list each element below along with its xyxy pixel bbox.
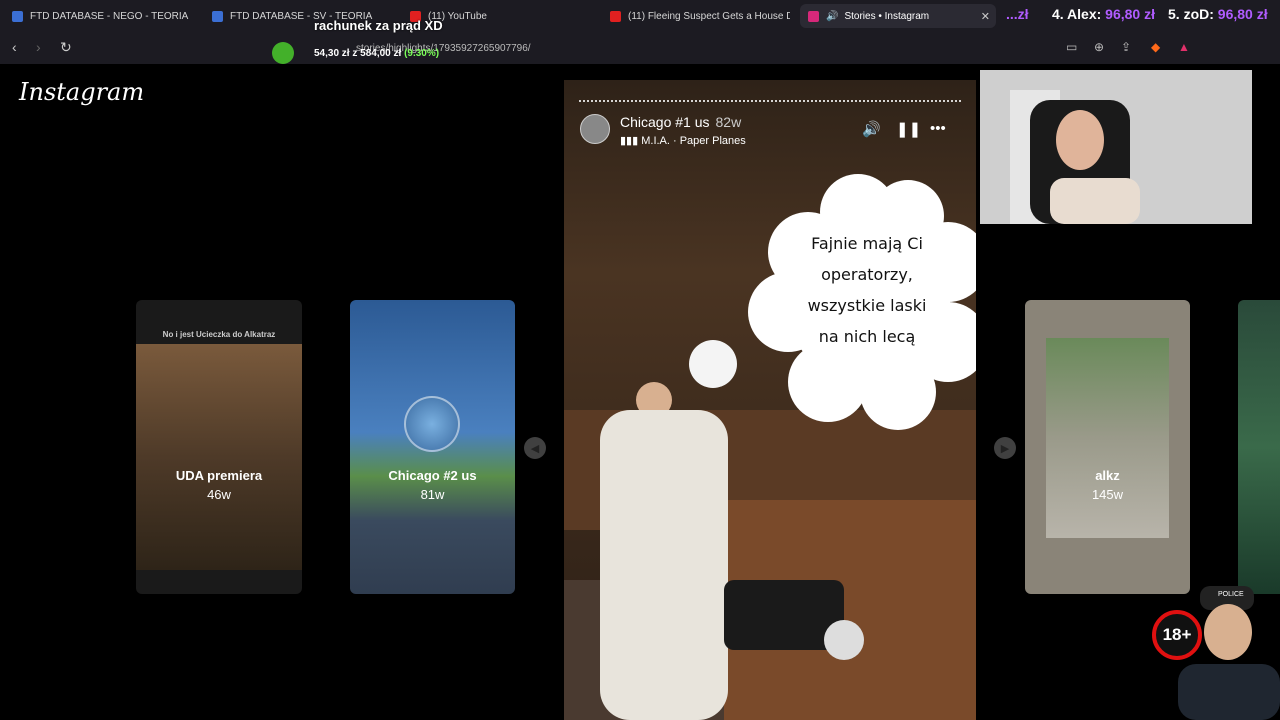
youtube-icon xyxy=(610,10,621,22)
story-poster xyxy=(1046,338,1169,538)
score-entry-4: 4. Alex: 96,80 zł xyxy=(1052,6,1155,22)
reload-icon[interactable]: ↻ xyxy=(60,39,72,56)
stream-caption: rachunek za prąd XD xyxy=(314,18,443,33)
back-icon[interactable]: ‹ xyxy=(12,39,17,55)
goal-icon xyxy=(272,42,294,64)
story-poster xyxy=(136,344,302,570)
age-rating-badge: 18+ xyxy=(1152,610,1202,660)
tab-fleeing-suspect[interactable]: (11) Fleeing Suspect Gets a House D xyxy=(610,4,790,28)
tab-ftd-nego[interactable]: FTD DATABASE - NEGO - TEORIA xyxy=(12,4,202,28)
story-thumb-partial[interactable] xyxy=(1238,300,1280,594)
sheets-icon xyxy=(212,10,223,22)
sheets-icon xyxy=(12,10,23,22)
brave-shield-icon[interactable]: ◆ xyxy=(1151,40,1160,54)
story-thumb-uda[interactable]: No i jest Ucieczka do Alkatraz UDA premi… xyxy=(136,300,302,594)
screen-icon[interactable]: ▭ xyxy=(1066,40,1077,54)
story-thumb-chicago-2[interactable]: Chicago #2 us 81w xyxy=(350,300,515,594)
prev-story-button[interactable]: ◀ xyxy=(524,437,546,459)
score-entry-5: 5. zoD: 96,80 zł xyxy=(1168,6,1268,22)
thought-bubble-small xyxy=(689,340,737,388)
zoom-icon[interactable]: ⊕ xyxy=(1094,40,1104,54)
main-story[interactable]: Chicago #1 us 82w ▮▮▮ M.I.A. · Paper Plan… xyxy=(564,80,976,720)
share-icon[interactable]: ⇪ xyxy=(1121,40,1131,54)
story-avatar xyxy=(404,396,460,452)
score-entry-3: ...zł xyxy=(1006,6,1029,22)
close-tab-icon[interactable]: ✕ xyxy=(981,10,990,23)
instagram-icon xyxy=(808,10,819,22)
instagram-logo[interactable]: Instagram xyxy=(19,78,144,106)
svg-text:POLICE: POLICE xyxy=(1218,591,1244,598)
story-thumb-alkz[interactable]: alkz 145w xyxy=(1025,300,1190,594)
next-story-button[interactable]: ▶ xyxy=(994,437,1016,459)
chevron-right-icon: ▶ xyxy=(1000,442,1010,455)
donation-goal-bar: 54,30 zł z 584,00 zł (9.30%) xyxy=(272,40,494,66)
streamer-video xyxy=(980,70,1252,224)
webcam-overlay xyxy=(980,70,1252,224)
rewards-icon[interactable]: ▲ xyxy=(1178,40,1190,54)
tab-instagram-stories[interactable]: 🔊 Stories • Instagram ✕ xyxy=(800,4,996,28)
cloud-caption: Fajnie mają Ci operatorzy, wszystkie las… xyxy=(807,234,927,346)
chevron-left-icon: ◀ xyxy=(530,442,540,455)
speaker-icon: 🔊 xyxy=(826,10,839,22)
forward-icon[interactable]: › xyxy=(36,39,41,55)
